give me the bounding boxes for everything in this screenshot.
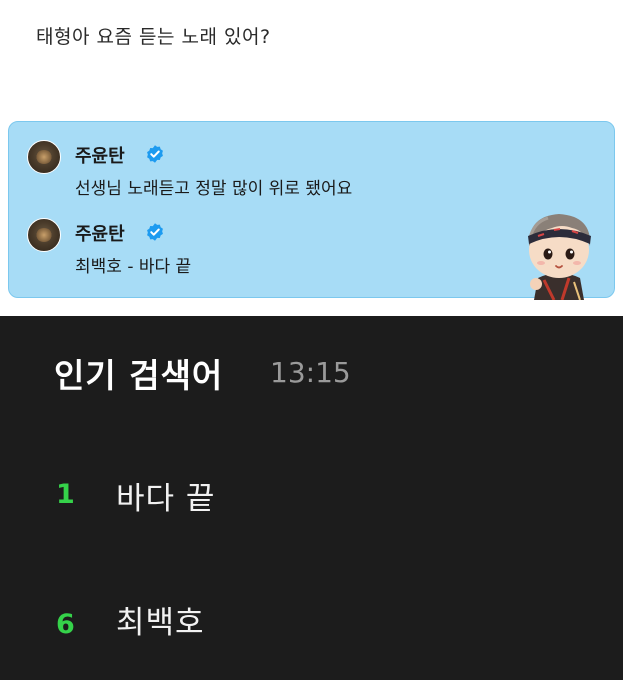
trending-title: 인기 검색어 bbox=[54, 356, 224, 395]
reply-card: 주윤탄 선생님 노래듣고 정말 많이 위로 됐어요 주윤탄 최백호 - 바다 끝 bbox=[8, 121, 615, 300]
post-question: 태형아 요즘 듣는 노래 있어? bbox=[36, 26, 271, 48]
reply-author-name[interactable]: 주윤탄 bbox=[75, 142, 125, 168]
verified-badge-icon bbox=[147, 145, 163, 163]
reply-text: 선생님 노래듣고 정말 많이 위로 됐어요 bbox=[75, 179, 353, 199]
trending-term[interactable]: 최백호 bbox=[116, 597, 205, 642]
trending-term[interactable]: 바다 끝 bbox=[116, 473, 215, 518]
trending-time: 13:15 bbox=[270, 356, 351, 389]
trending-rank: 1 bbox=[56, 479, 75, 510]
avatar[interactable] bbox=[27, 218, 61, 252]
trending-rank: 6 bbox=[56, 609, 75, 640]
sticker-character bbox=[528, 214, 591, 300]
trending-panel: 인기 검색어 13:15 1 바다 끝 6 최백호 bbox=[0, 316, 623, 680]
post-area: 태형아 요즘 듣는 노래 있어? 주윤탄 선생님 노래듣고 정말 많이 위로 됐… bbox=[0, 0, 623, 316]
reply-text: 최백호 - 바다 끝 bbox=[75, 257, 192, 277]
verified-badge-icon bbox=[147, 223, 163, 241]
reply-author-name[interactable]: 주윤탄 bbox=[75, 220, 125, 246]
avatar[interactable] bbox=[27, 140, 61, 174]
